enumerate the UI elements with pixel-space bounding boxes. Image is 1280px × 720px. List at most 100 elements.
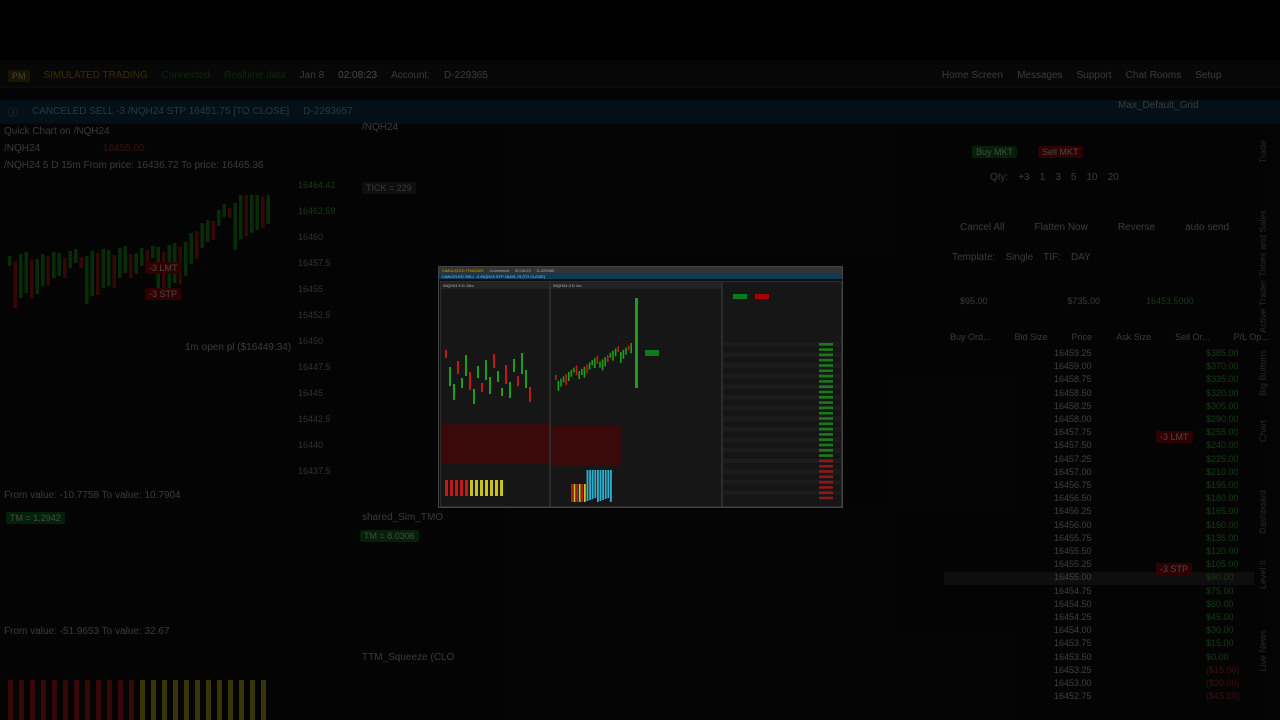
- side-tab[interactable]: Live News: [1258, 630, 1268, 672]
- auto-send-checkbox[interactable]: auto send: [1185, 222, 1229, 233]
- ladder-price: 16456.00: [1054, 519, 1092, 530]
- ladder-pl: $210.00: [1206, 466, 1239, 477]
- ladder-row[interactable]: 16454.50 $60.00: [944, 599, 1254, 612]
- ladder-row[interactable]: 16459.25 $385.00: [944, 348, 1254, 361]
- ladder-row[interactable]: 16458.00 $290.00: [944, 414, 1254, 427]
- mini-buy-button[interactable]: [733, 294, 747, 299]
- stp-order-tag[interactable]: -3 STP: [145, 288, 182, 300]
- candle: [184, 242, 188, 276]
- main-chart-symbol[interactable]: /NQH24: [362, 122, 398, 133]
- qty-1-button[interactable]: 1: [1040, 172, 1046, 183]
- side-tab[interactable]: Level II: [1258, 560, 1268, 589]
- ladder-row[interactable]: 16457.25 $225.00: [944, 454, 1254, 467]
- mini-sell-button[interactable]: [755, 294, 769, 299]
- ladder-row[interactable]: 16456.75 $195.00: [944, 480, 1254, 493]
- ladder-row[interactable]: 16456.00 $150.00: [944, 520, 1254, 533]
- histogram-bar: [107, 680, 112, 720]
- ladder-row[interactable]: 16456.25 $165.00: [944, 506, 1254, 519]
- mini-quick-chart[interactable]: /NQH24 5 D 15m: [440, 281, 550, 507]
- buy-mkt-button[interactable]: Buy MKT: [972, 146, 1018, 158]
- candle: [244, 195, 248, 236]
- header-buy-orders[interactable]: Buy Ord...: [950, 332, 991, 342]
- nav-messages[interactable]: Messages: [1017, 70, 1063, 81]
- quick-chart-candles[interactable]: [4, 175, 294, 485]
- ladder-stp-tag[interactable]: -3 STP: [1156, 563, 1193, 575]
- side-tab[interactable]: Active Trader: [1258, 280, 1268, 333]
- qty-10-button[interactable]: 10: [1086, 172, 1097, 183]
- ladder-row[interactable]: 16456.50 $180.00: [944, 493, 1254, 506]
- mini-study-box: [551, 426, 621, 466]
- tif-select[interactable]: DAY: [1071, 252, 1091, 263]
- price-scale-tick: 16450: [298, 336, 324, 346]
- side-tab[interactable]: Big Buttons: [1258, 350, 1268, 396]
- qty-20-button[interactable]: 20: [1108, 172, 1119, 183]
- mini-hist-bar: [576, 484, 578, 502]
- cancel-all-button[interactable]: Cancel All: [960, 222, 1004, 233]
- nav-home-screen[interactable]: Home Screen: [942, 70, 1003, 81]
- ladder-row[interactable]: 16454.00 $30.00: [944, 625, 1254, 638]
- ladder-row[interactable]: 16458.75 $335.00: [944, 374, 1254, 387]
- mini-candle: [627, 345, 630, 351]
- message-ref: D-2293657: [303, 106, 353, 117]
- sell-mkt-button[interactable]: Sell MKT: [1038, 146, 1083, 158]
- ladder-row[interactable]: 16455.00 $90.00: [944, 572, 1254, 586]
- qty-value[interactable]: +3: [1018, 172, 1029, 183]
- candle: [19, 254, 23, 298]
- mini-candle: [612, 350, 614, 361]
- mini-hist-bar: [470, 480, 473, 496]
- ladder-row[interactable]: 16458.50 $320.00: [944, 388, 1254, 401]
- ladder-row[interactable]: 16457.00 $210.00: [944, 467, 1254, 480]
- mini-candle: [591, 360, 593, 366]
- nav-support[interactable]: Support: [1077, 70, 1112, 81]
- qty-3-button[interactable]: 3: [1055, 172, 1061, 183]
- qty-5-button[interactable]: 5: [1071, 172, 1077, 183]
- ladder-row[interactable]: 16458.25 $305.00: [944, 401, 1254, 414]
- reverse-button[interactable]: Reverse: [1118, 222, 1155, 233]
- mini-pl-cell: [819, 374, 833, 378]
- nav-setup[interactable]: Setup: [1195, 70, 1221, 81]
- side-tab[interactable]: Times and Sales: [1258, 210, 1268, 277]
- header-sell-orders[interactable]: Sell Or...: [1175, 332, 1210, 342]
- side-tab[interactable]: Dashboard: [1258, 490, 1268, 534]
- side-tab[interactable]: Trade: [1258, 140, 1268, 163]
- template-select[interactable]: Single: [1005, 252, 1033, 263]
- mini-active-trader[interactable]: [722, 281, 842, 507]
- price-ladder[interactable]: 16459.25 $385.00 16459.00 $370.00 16458.75 $3…: [944, 348, 1254, 720]
- ladder-price: 16458.00: [1054, 414, 1092, 424]
- ladder-row[interactable]: 16457.75 $255.00: [944, 427, 1254, 440]
- header-price[interactable]: Price: [1072, 332, 1093, 342]
- mini-candle: [588, 362, 591, 370]
- ladder-row[interactable]: 16455.50 $120.00: [944, 546, 1254, 559]
- header-ask-size[interactable]: Ask Size: [1116, 332, 1151, 342]
- nav-chat-rooms[interactable]: Chat Rooms: [1126, 70, 1182, 81]
- candle: [74, 249, 78, 263]
- ladder-row[interactable]: 16453.50 $0.00: [944, 652, 1254, 665]
- lmt-order-tag[interactable]: -3 LMT: [145, 262, 182, 274]
- layout-name[interactable]: Max_Default_Grid: [1118, 100, 1199, 111]
- account-id[interactable]: D-229365: [444, 70, 488, 81]
- header-bid-size[interactable]: Bid Size: [1015, 332, 1048, 342]
- ladder-row[interactable]: 16453.00 ($30.00): [944, 678, 1254, 691]
- ladder-row[interactable]: 16453.75 $15.00: [944, 638, 1254, 651]
- ladder-row[interactable]: 16457.50 $240.00: [944, 440, 1254, 453]
- ladder-row[interactable]: 16455.25 $105.00: [944, 559, 1254, 572]
- ladder-row[interactable]: 16455.75 $135.00: [944, 533, 1254, 546]
- ladder-lmt-tag[interactable]: -3 LMT: [1156, 431, 1193, 443]
- candle: [129, 254, 133, 278]
- mini-hist-bar: [591, 470, 594, 499]
- side-tab[interactable]: Chart: [1258, 420, 1268, 442]
- mini-pl-cell: [819, 411, 833, 415]
- ladder-row[interactable]: 16453.25 ($15.00): [944, 665, 1254, 678]
- price-scale-tick: 16447.5: [298, 362, 331, 372]
- summary-top-price: 16453.5000: [1146, 296, 1194, 306]
- ladder-row[interactable]: 16452.75 ($45.00): [944, 691, 1254, 704]
- ladder-price: 16456.25: [1054, 506, 1092, 517]
- ladder-row[interactable]: 16454.75 $75.00: [944, 586, 1254, 599]
- mini-main-chart[interactable]: /NQH24 3 D 1m: [550, 281, 722, 507]
- mini-mid-chart: [551, 298, 659, 502]
- mini-candle: [575, 365, 578, 376]
- ladder-row[interactable]: 16459.00 $370.00: [944, 361, 1254, 374]
- quick-chart-symbol[interactable]: /NQH24: [4, 143, 40, 154]
- flatten-now-button[interactable]: Flatten Now: [1034, 222, 1087, 233]
- ladder-row[interactable]: 16454.25 $45.00: [944, 612, 1254, 625]
